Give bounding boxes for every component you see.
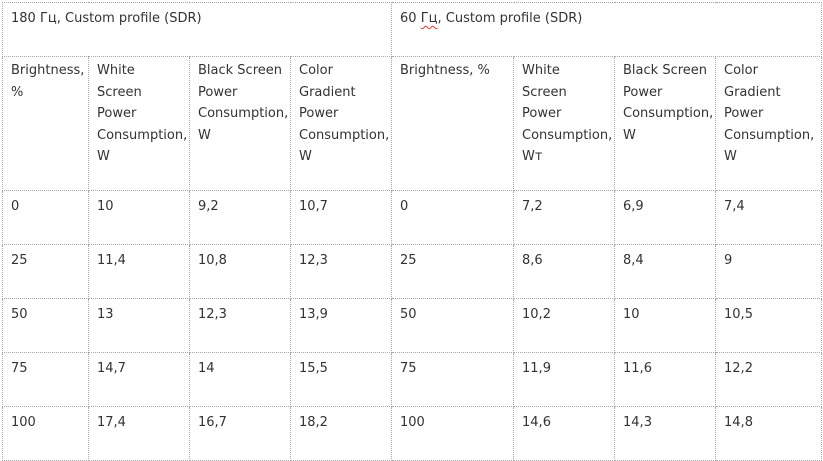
table-cell: 14 [189,352,291,407]
table-cell: 10,8 [189,244,291,299]
spellcheck-mark: Гц [420,11,438,26]
table-cell: 14,7 [88,352,190,407]
group-60hz-profile: , Custom profile (SDR) [437,11,583,26]
table-cell: 14,8 [715,406,823,461]
header-black-screen-180: Black Screen Power Consumption, W [189,56,291,191]
table-cell: 14,6 [513,406,616,461]
table-cell: 14,3 [614,406,717,461]
table-cell: 0 [2,190,89,245]
header-white-screen-60: White Screen Power Consumption, Wт [513,56,616,191]
table-cell: 7,2 [513,190,616,245]
table-cell: 10,2 [513,298,616,353]
table-cell: 50 [391,298,515,353]
table-row: 75 14,7 14 15,5 75 11,9 11,6 12,2 [2,352,823,407]
table-cell: 11,9 [513,352,616,407]
table-cell: 12,2 [715,352,823,407]
table-cell: 75 [391,352,515,407]
table-cell: 8,4 [614,244,717,299]
table-cell: 10 [614,298,717,353]
table-row: 50 13 12,3 13,9 50 10,2 10 10,5 [2,298,823,353]
table-cell: 9,2 [189,190,291,245]
table-cell: 10,7 [289,190,393,245]
table-cell: 0 [391,190,515,245]
table-cell: 15,5 [289,352,393,407]
table-row: 100 17,4 16,7 18,2 100 14,6 14,3 14,8 [2,406,823,461]
header-color-gradient-60: Color Gradient Power Consumption, W [715,56,823,191]
table-cell: 25 [2,244,89,299]
table-cell: 10,5 [715,298,823,353]
table-cell: 75 [2,352,89,407]
table-cell: 10 [88,190,190,245]
header-white-screen-180: White Screen Power Consumption, W [88,56,190,191]
table-cell: 6,9 [614,190,717,245]
table-cell: 100 [391,406,515,461]
table-cell: 7,4 [715,190,823,245]
table-row: 0 10 9,2 10,7 0 7,2 6,9 7,4 [2,190,823,245]
table-cell: 12,3 [289,244,393,299]
table-cell: 13 [88,298,190,353]
group-180hz-cell: 180 Гц, Custom profile (SDR) [1,2,393,57]
table-cell: 12,3 [189,298,291,353]
header-brightness-180: Brightness, % [2,56,89,191]
table-cell: 11,6 [614,352,717,407]
table-cell: 18,2 [289,406,393,461]
table-row: 25 11,4 10,8 12,3 25 8,6 8,4 9 [2,244,823,299]
group-180hz-rate: 180 Гц [11,11,57,26]
table-cell: 11,4 [88,244,190,299]
table-cell: 9 [715,244,823,299]
group-180hz-profile: , Custom profile (SDR) [56,11,202,26]
table-cell: 8,6 [513,244,616,299]
header-color-gradient-180: Color Gradient Power Consumption, W [289,56,393,191]
group-60hz-cell: 60 Гц, Custom profile (SDR) [391,2,823,57]
group-header-row: 180 Гц, Custom profile (SDR) 60 Гц, Cust… [1,2,823,57]
header-black-screen-60: Black Screen Power Consumption, W [614,56,717,191]
power-consumption-table: 180 Гц, Custom profile (SDR) 60 Гц, Cust… [1,2,823,461]
table-cell: 50 [2,298,89,353]
header-brightness-60: Brightness, % [391,56,515,191]
group-60hz-rate: 60 Гц [400,11,438,26]
table-cell: 17,4 [88,406,190,461]
table-cell: 25 [391,244,515,299]
table-cell: 100 [2,406,89,461]
table-cell: 16,7 [189,406,291,461]
column-header-row: Brightness, % White Screen Power Consump… [2,56,823,191]
table-cell: 13,9 [289,298,393,353]
